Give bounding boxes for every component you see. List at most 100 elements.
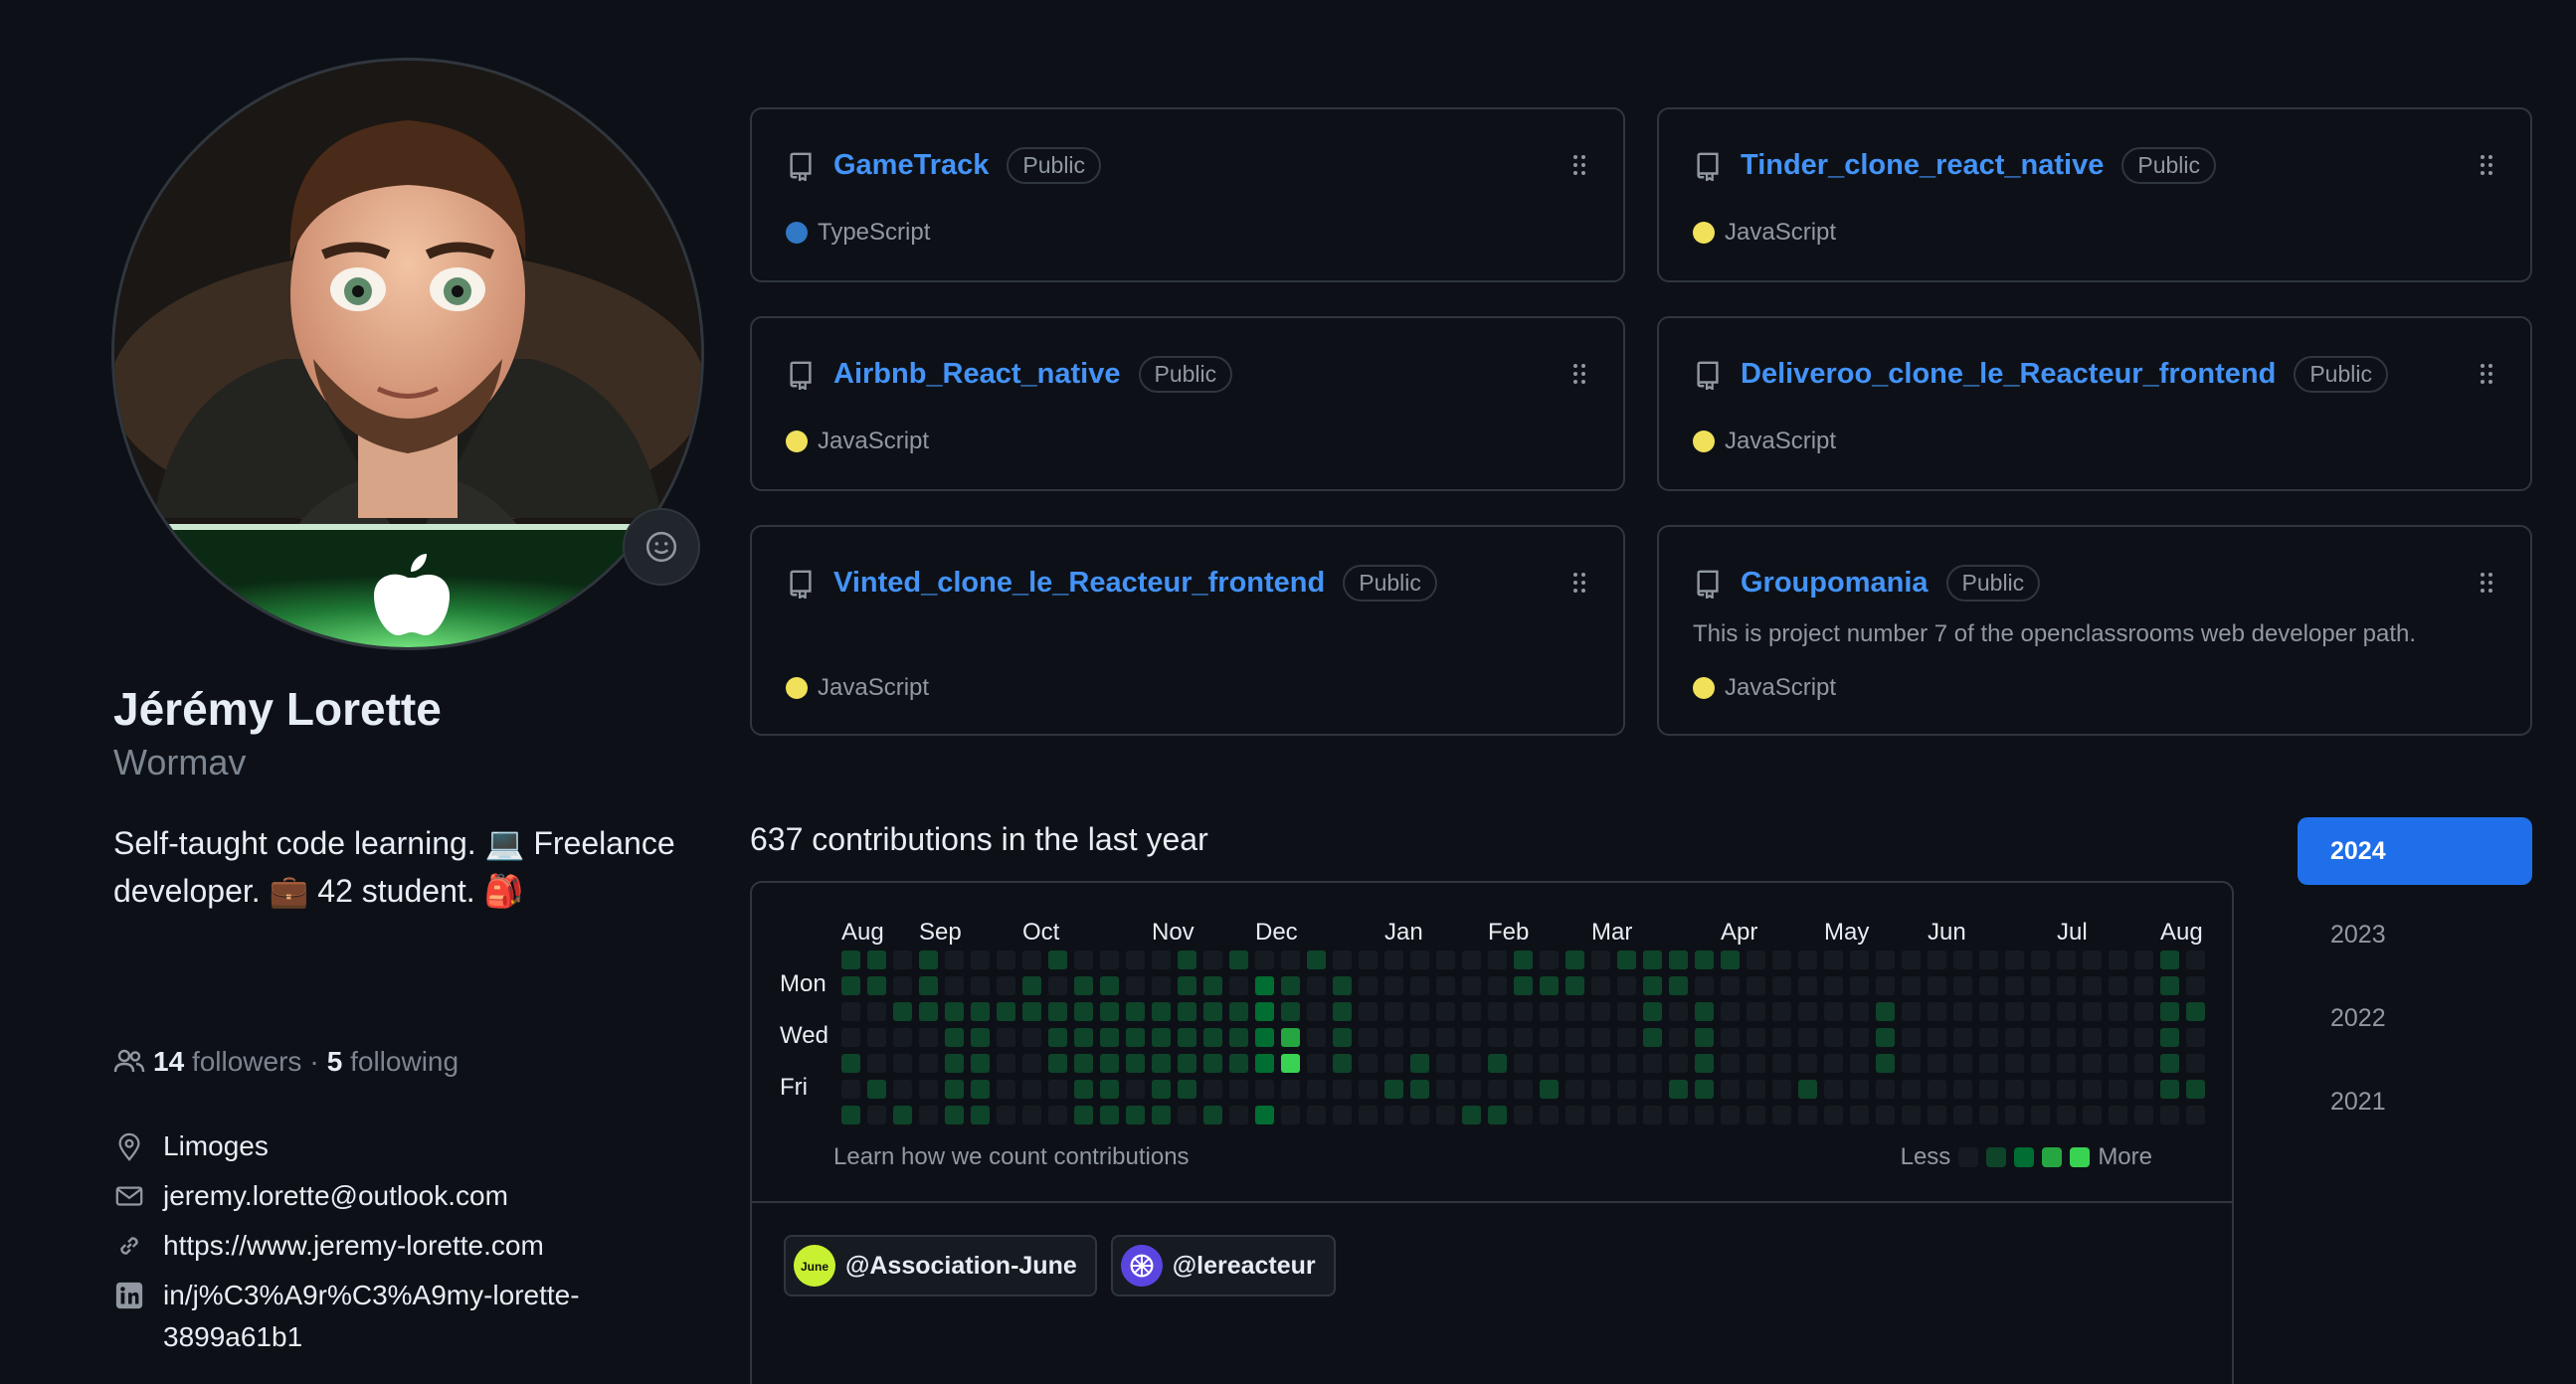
contribution-day[interactable] [945, 1080, 964, 1099]
repo-name-link[interactable]: Groupomania [1741, 567, 1929, 600]
contribution-day[interactable] [945, 1054, 964, 1073]
contribution-day[interactable] [1928, 1054, 1946, 1073]
contribution-day[interactable] [1410, 1002, 1429, 1021]
contribution-day[interactable] [2031, 1028, 2050, 1047]
contribution-day[interactable] [2186, 1106, 2205, 1124]
contribution-day[interactable] [1126, 1080, 1145, 1099]
contribution-day[interactable] [1333, 1002, 1352, 1021]
contribution-day[interactable] [919, 1106, 938, 1124]
followers-link[interactable]: 14 followers [153, 1046, 301, 1078]
contribution-day[interactable] [1695, 1080, 1714, 1099]
contribution-day[interactable] [1203, 976, 1222, 995]
contribution-day[interactable] [1643, 1002, 1662, 1021]
contribution-day[interactable] [841, 1002, 860, 1021]
contribution-day[interactable] [1902, 951, 1921, 969]
contribution-day[interactable] [1436, 1106, 1455, 1124]
contribution-day[interactable] [1384, 951, 1403, 969]
contribution-day[interactable] [1436, 1028, 1455, 1047]
contribution-day[interactable] [945, 951, 964, 969]
contribution-day[interactable] [1307, 976, 1326, 995]
contribution-day[interactable] [1436, 951, 1455, 969]
contribution-day[interactable] [1229, 951, 1248, 969]
contribution-day[interactable] [1022, 1028, 1041, 1047]
contribution-day[interactable] [919, 1002, 938, 1021]
contribution-day[interactable] [2186, 1080, 2205, 1099]
contribution-day[interactable] [893, 1028, 912, 1047]
contribution-day[interactable] [1359, 976, 1378, 995]
contribution-day[interactable] [1488, 1054, 1507, 1073]
contribution-day[interactable] [2160, 1106, 2179, 1124]
contribution-day[interactable] [1384, 1028, 1403, 1047]
contribution-day[interactable] [1126, 1028, 1145, 1047]
contribution-day[interactable] [1643, 951, 1662, 969]
contribution-day[interactable] [1178, 1054, 1196, 1073]
contribution-day[interactable] [1410, 1080, 1429, 1099]
contribution-day[interactable] [1928, 1028, 1946, 1047]
contribution-day[interactable] [1514, 1002, 1533, 1021]
contribution-day[interactable] [1824, 951, 1843, 969]
contribution-day[interactable] [1178, 976, 1196, 995]
contribution-day[interactable] [2083, 1106, 2102, 1124]
contribution-day[interactable] [2005, 1054, 2024, 1073]
contribution-day[interactable] [1514, 951, 1533, 969]
contribution-day[interactable] [2005, 951, 2024, 969]
contribution-day[interactable] [1695, 1028, 1714, 1047]
contribution-day[interactable] [1669, 976, 1688, 995]
contribution-day[interactable] [1229, 1106, 1248, 1124]
contribution-day[interactable] [2005, 976, 2024, 995]
contribution-day[interactable] [1022, 1080, 1041, 1099]
contribution-day[interactable] [867, 1028, 886, 1047]
contribution-day[interactable] [1747, 1002, 1765, 1021]
contribution-day[interactable] [1255, 1080, 1274, 1099]
contribution-day[interactable] [1152, 1054, 1171, 1073]
contribution-day[interactable] [1928, 1106, 1946, 1124]
contribution-day[interactable] [1617, 1002, 1636, 1021]
contribution-day[interactable] [1747, 951, 1765, 969]
contribution-day[interactable] [893, 1054, 912, 1073]
contribution-day[interactable] [1824, 1002, 1843, 1021]
contribution-day[interactable] [1591, 1106, 1610, 1124]
contribution-day[interactable] [2083, 1028, 2102, 1047]
contribution-day[interactable] [1384, 976, 1403, 995]
contribution-day[interactable] [2109, 976, 2127, 995]
contribution-day[interactable] [1203, 1080, 1222, 1099]
contribution-day[interactable] [1876, 1080, 1895, 1099]
contribution-day[interactable] [971, 1028, 990, 1047]
contribution-day[interactable] [2005, 1080, 2024, 1099]
contribution-day[interactable] [2160, 1054, 2179, 1073]
contribution-day[interactable] [1203, 1028, 1222, 1047]
contribution-day[interactable] [1591, 976, 1610, 995]
contribution-day[interactable] [1953, 1002, 1972, 1021]
contribution-day[interactable] [1100, 951, 1119, 969]
contribution-day[interactable] [1152, 1028, 1171, 1047]
contribution-day[interactable] [1798, 951, 1817, 969]
contribution-day[interactable] [1979, 951, 1998, 969]
contribution-day[interactable] [2134, 951, 2153, 969]
contribution-day[interactable] [1384, 1106, 1403, 1124]
contribution-day[interactable] [1152, 1106, 1171, 1124]
contribution-day[interactable] [919, 1080, 938, 1099]
contribution-day[interactable] [841, 1080, 860, 1099]
contribution-day[interactable] [1074, 1054, 1093, 1073]
contribution-day[interactable] [1100, 1080, 1119, 1099]
contribution-day[interactable] [2134, 1054, 2153, 1073]
contribution-day[interactable] [1462, 951, 1481, 969]
contribution-day[interactable] [1721, 1106, 1740, 1124]
contribution-day[interactable] [1824, 1080, 1843, 1099]
contribution-day[interactable] [1178, 1080, 1196, 1099]
contribution-day[interactable] [1824, 1106, 1843, 1124]
contribution-day[interactable] [841, 951, 860, 969]
contribution-day[interactable] [1798, 1080, 1817, 1099]
contribution-day[interactable] [1876, 951, 1895, 969]
contribution-day[interactable] [1022, 976, 1041, 995]
contribution-day[interactable] [1876, 1054, 1895, 1073]
contribution-day[interactable] [2057, 976, 2076, 995]
contribution-day[interactable] [2005, 1028, 2024, 1047]
contribution-day[interactable] [1048, 1054, 1067, 1073]
contribution-day[interactable] [893, 1106, 912, 1124]
contribution-day[interactable] [945, 976, 964, 995]
contribution-day[interactable] [1747, 1106, 1765, 1124]
repo-name-link[interactable]: Airbnb_React_native [833, 358, 1121, 391]
contribution-day[interactable] [1152, 976, 1171, 995]
contribution-day[interactable] [1229, 1054, 1248, 1073]
